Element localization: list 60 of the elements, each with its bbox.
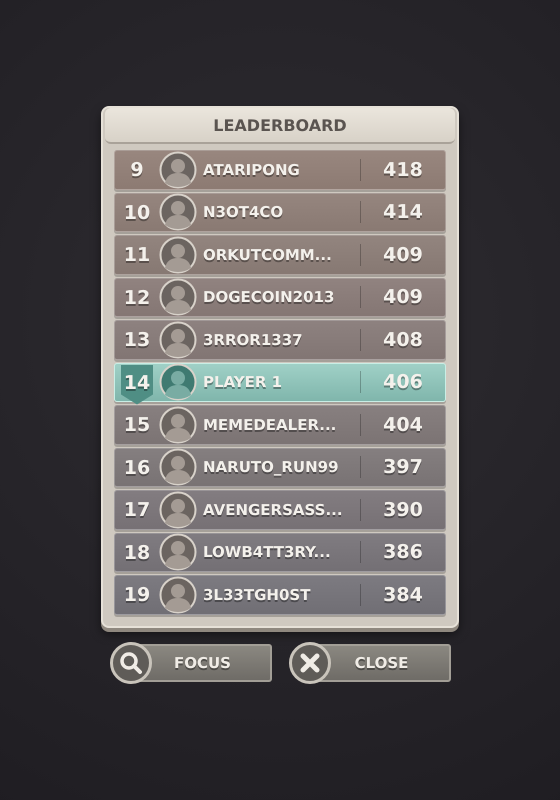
rank-number: 19: [122, 583, 152, 608]
leaderboard-row[interactable]: 13 3RROR1337 408: [114, 320, 446, 360]
leaderboard-row[interactable]: 10 N3OT4CO 414: [114, 192, 446, 232]
player-name: NARUTO_RUN99: [202, 458, 340, 476]
avatar-icon: [159, 490, 197, 529]
rank-number: 13: [122, 328, 152, 353]
player-name: DOGECOIN2013: [202, 288, 336, 306]
avatar-icon: [159, 320, 197, 359]
avatar-icon: [159, 533, 197, 572]
rank-number: 12: [122, 286, 152, 310]
rank-number: 9: [129, 158, 145, 183]
rank-number: 10: [122, 200, 152, 226]
leaderboard-row[interactable]: 18 LOWB4TT3RY... 386: [114, 532, 446, 572]
avatar-icon: [159, 363, 197, 402]
player-score: 397: [360, 456, 445, 478]
player-score: 386: [360, 541, 445, 564]
player-name: ATARIPONG: [202, 160, 301, 179]
leaderboard-row[interactable]: 14 PLAYER 1 406: [114, 362, 446, 402]
leaderboard-row[interactable]: 15 MEMEDEALER... 404: [114, 405, 446, 444]
panel-title: LEADERBOARD: [105, 108, 455, 144]
leaderboard-row[interactable]: 9 ATARIPONG 418: [114, 150, 446, 190]
rank-number: 15: [122, 413, 152, 438]
player-score: 404: [360, 414, 445, 436]
player-name: N3OT4CO: [202, 203, 284, 222]
close-icon: [300, 653, 319, 672]
leaderboard-row[interactable]: 16 NARUTO_RUN99 397: [114, 448, 446, 487]
player-name: MEMEDEALER...: [202, 416, 338, 434]
player-name: ORKUTCOMM...: [202, 246, 333, 264]
rank-number: 18: [122, 540, 152, 566]
avatar-icon: [159, 448, 197, 486]
player-score: 414: [360, 201, 445, 224]
avatar-icon: [159, 278, 197, 316]
avatar-icon: [159, 193, 197, 232]
rank-number: 17: [122, 498, 152, 523]
avatar-icon: [159, 236, 197, 274]
avatar-icon: [159, 576, 197, 614]
leaderboard-row[interactable]: 11 ORKUTCOMM... 409: [114, 235, 446, 274]
search-icon: [120, 652, 142, 674]
player-score: 384: [360, 584, 445, 606]
player-name: 3L33TGH0ST: [202, 586, 312, 604]
player-score: 390: [360, 498, 445, 521]
rank-number: 14: [121, 364, 153, 404]
leaderboard-row[interactable]: 19 3L33TGH0ST 384: [114, 575, 446, 614]
player-score: 408: [360, 328, 445, 351]
avatar-icon: [159, 406, 197, 444]
player-name: AVENGERSASS...: [202, 500, 344, 519]
leaderboard-row[interactable]: 17 AVENGERSASS... 390: [114, 490, 446, 530]
focus-button[interactable]: FOCUS: [110, 642, 272, 684]
close-button[interactable]: CLOSE: [288, 642, 450, 684]
player-score: 418: [360, 158, 445, 181]
leaderboard-row[interactable]: 12 DOGECOIN2013 409: [114, 278, 446, 317]
player-score: 409: [360, 244, 445, 266]
rank-number: 16: [122, 456, 152, 480]
rank-number: 11: [122, 243, 152, 268]
player-name: LOWB4TT3RY...: [202, 543, 332, 562]
player-score: 406: [360, 371, 445, 394]
avatar-icon: [159, 150, 197, 189]
player-name: PLAYER 1: [202, 373, 284, 392]
player-score: 409: [360, 286, 445, 308]
player-name: 3RROR1337: [202, 330, 304, 349]
